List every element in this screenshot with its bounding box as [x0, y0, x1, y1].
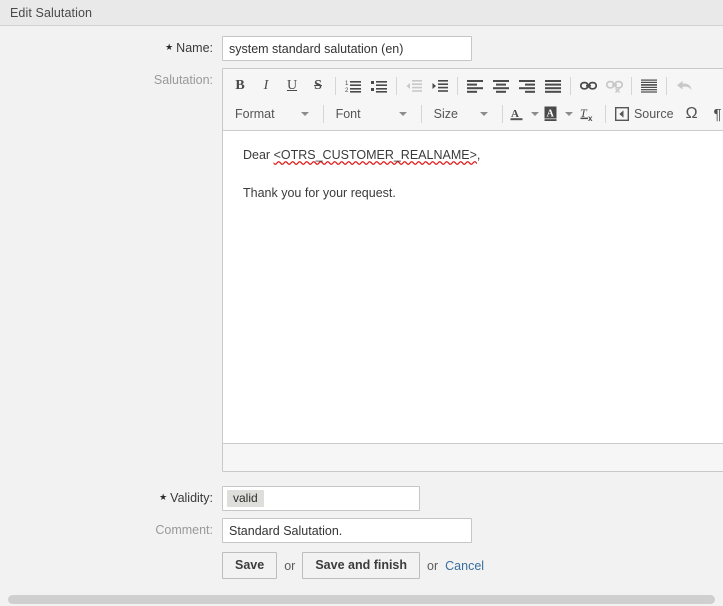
- chevron-down-icon: [564, 112, 573, 116]
- toolbar-separator: [666, 77, 667, 95]
- validity-selected-value: valid: [227, 490, 264, 507]
- form-row-comment: Comment:: [0, 518, 723, 543]
- editor-smart-tag: <OTRS_CUSTOMER_REALNAME>: [273, 148, 477, 162]
- form-row-validity: ★ Validity: valid: [0, 486, 723, 511]
- or-separator-2: or: [427, 558, 439, 573]
- font-dropdown[interactable]: Font: [328, 102, 417, 126]
- required-star-icon: ★: [159, 492, 168, 502]
- toolbar-separator: [631, 77, 632, 95]
- comment-input[interactable]: [222, 518, 472, 543]
- bold-icon[interactable]: B: [227, 74, 253, 98]
- align-right-icon[interactable]: [514, 74, 540, 98]
- svg-text:x: x: [588, 114, 593, 122]
- decrease-indent-icon[interactable]: [401, 74, 427, 98]
- toolbar-separator: [335, 77, 336, 95]
- svg-text:1: 1: [345, 81, 349, 87]
- chevron-down-icon: [398, 112, 407, 116]
- editor-line-1: Dear <OTRS_CUSTOMER_REALNAME>,: [243, 147, 713, 163]
- special-character-icon[interactable]: Ω: [679, 102, 705, 126]
- link-icon[interactable]: [575, 74, 601, 98]
- numbered-list-icon[interactable]: 1 2: [340, 74, 366, 98]
- name-label-text: Name:: [176, 41, 213, 55]
- chevron-down-icon: [300, 112, 309, 116]
- editor-line-1-suffix: ,: [476, 148, 481, 162]
- edit-salutation-form: ★Name: Salutation: B I U S 1 2: [0, 26, 723, 606]
- source-button[interactable]: Source: [610, 102, 679, 126]
- text-color-icon[interactable]: A: [507, 102, 529, 126]
- editor-line-2: Thank you for your request.: [243, 186, 396, 200]
- strikethrough-icon[interactable]: S: [305, 74, 331, 98]
- unlink-icon[interactable]: [601, 74, 627, 98]
- action-buttons: Save or Save and finish or Cancel: [222, 552, 484, 579]
- code-icon: [614, 107, 629, 121]
- editor-content-area[interactable]: Dear <OTRS_CUSTOMER_REALNAME>, Thank you…: [223, 131, 723, 443]
- actions-spacer: [0, 552, 222, 557]
- richtext-editor: B I U S 1 2 Format Font Size A A T x Sou…: [222, 68, 723, 472]
- toolbar-separator: [420, 105, 422, 123]
- increase-indent-icon[interactable]: [427, 74, 453, 98]
- svg-text:A: A: [511, 108, 519, 120]
- format-dropdown-label: Format: [235, 107, 275, 121]
- svg-text:2: 2: [345, 88, 349, 93]
- required-star-icon: ★: [165, 42, 174, 52]
- pilcrow-glyph: ¶: [713, 105, 722, 123]
- horizontal-rule-icon[interactable]: [636, 74, 662, 98]
- underline-icon[interactable]: U: [279, 74, 305, 98]
- size-dropdown[interactable]: Size: [426, 102, 498, 126]
- align-justify-icon[interactable]: [540, 74, 566, 98]
- italic-icon[interactable]: I: [253, 74, 279, 98]
- font-dropdown-label: Font: [335, 107, 361, 121]
- editor-toolbar-row-2: Format Font Size A A T x Source Ω ¶: [227, 100, 723, 128]
- save-and-finish-button[interactable]: Save and finish: [302, 552, 421, 579]
- svg-text:A: A: [547, 108, 555, 119]
- form-row-salutation: Salutation: B I U S 1 2 Format Font Size…: [0, 68, 723, 472]
- toolbar-separator: [604, 105, 606, 123]
- editor-line-1-prefix: Dear: [243, 148, 274, 162]
- comment-label: Comment:: [155, 523, 213, 537]
- name-label: ★ Name:: [0, 36, 222, 55]
- align-center-icon[interactable]: [488, 74, 514, 98]
- background-color-dropdown-caret[interactable]: [563, 102, 575, 126]
- form-row-name: ★ Name:: [0, 36, 723, 61]
- page-break-icon[interactable]: ¶: [705, 102, 723, 126]
- window-header: Edit Salutation: [0, 0, 723, 26]
- salutation-label: Salutation:: [153, 73, 213, 87]
- background-color-icon[interactable]: A: [541, 102, 563, 126]
- toolbar-separator: [570, 77, 571, 95]
- remove-format-icon[interactable]: T x: [575, 102, 601, 126]
- name-input[interactable]: [222, 36, 472, 61]
- page-scrollbar[interactable]: [8, 595, 715, 604]
- size-dropdown-label: Size: [433, 107, 458, 121]
- cancel-link[interactable]: Cancel: [445, 559, 484, 573]
- toolbar-separator: [396, 77, 397, 95]
- bulleted-list-icon[interactable]: [366, 74, 392, 98]
- validity-label: ★ Validity:: [0, 486, 222, 505]
- toolbar-separator: [457, 77, 458, 95]
- omega-glyph: Ω: [685, 105, 698, 122]
- toolbar-separator: [501, 105, 503, 123]
- chevron-down-icon: [479, 112, 488, 116]
- validity-label-text: Validity:: [170, 491, 213, 505]
- validity-select[interactable]: valid: [222, 486, 420, 511]
- toolbar-separator: [322, 105, 324, 123]
- format-dropdown[interactable]: Format: [227, 102, 319, 126]
- text-color-dropdown-caret[interactable]: [529, 102, 541, 126]
- editor-toolbar: B I U S 1 2 Format Font Size A A T x Sou…: [223, 69, 723, 131]
- form-row-actions: Save or Save and finish or Cancel: [0, 552, 723, 579]
- editor-toolbar-row-1: B I U S 1 2: [227, 72, 723, 100]
- save-button[interactable]: Save: [222, 552, 278, 579]
- page-title: Edit Salutation: [10, 5, 93, 20]
- align-left-icon[interactable]: [462, 74, 488, 98]
- or-separator-1: or: [284, 558, 296, 573]
- editor-status-bar: [223, 443, 723, 471]
- undo-icon[interactable]: [671, 74, 697, 98]
- source-button-label: Source: [633, 107, 674, 121]
- chevron-down-icon: [530, 112, 539, 116]
